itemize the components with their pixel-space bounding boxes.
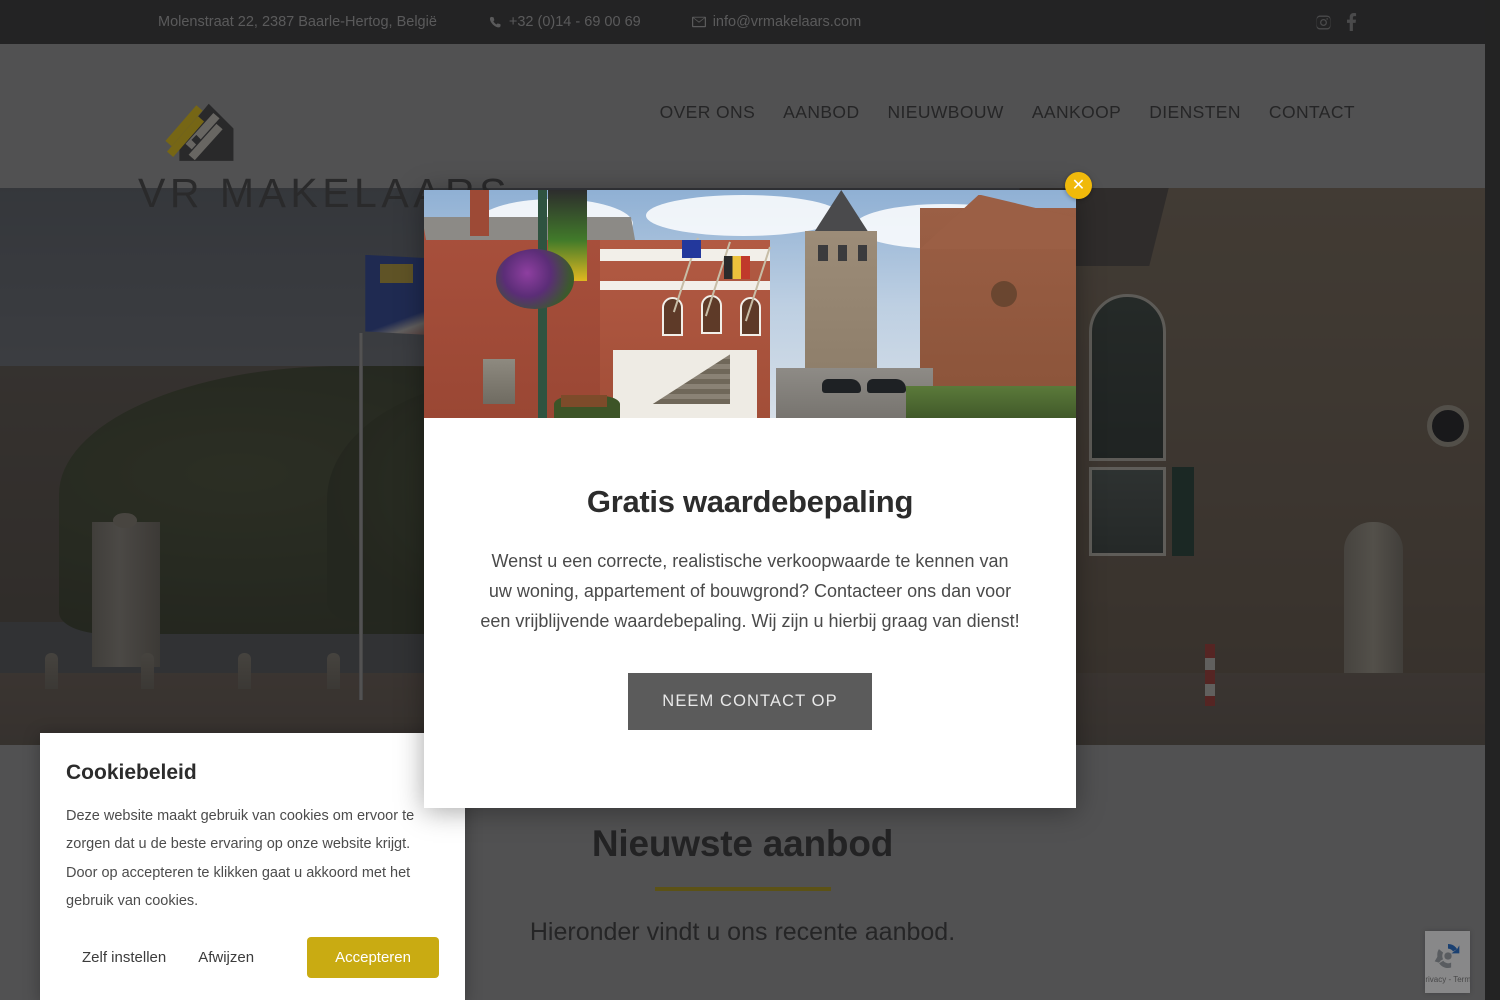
- hanging-flower-basket: [495, 249, 574, 309]
- contact-cta-button[interactable]: NEEM CONTACT OP: [628, 672, 872, 730]
- cookie-accept-button[interactable]: Accepteren: [307, 937, 439, 979]
- page-root: Molenstraat 22, 2387 Baarle-Hertog, Belg…: [0, 0, 1485, 1000]
- modal-description: Wenst u een correcte, realistische verko…: [480, 551, 1020, 632]
- page-right-margin: [1485, 0, 1500, 1000]
- close-icon[interactable]: ✕: [1065, 172, 1092, 199]
- cookie-consent-banner: Cookiebeleid Deze website maakt gebruik …: [40, 733, 465, 1000]
- cookie-actions: Zelf instellen Afwijzen Accepteren: [66, 937, 439, 979]
- cookie-settings-button[interactable]: Zelf instellen: [66, 939, 182, 976]
- modal-title: Gratis waardebepaling: [586, 484, 914, 519]
- cookie-reject-button[interactable]: Afwijzen: [182, 939, 270, 976]
- waardebepaling-modal: ✕ Gratis waardebepaling Wenst u een corr…: [424, 172, 1092, 808]
- cookie-description: Deze website maakt gebruik van cookies o…: [66, 808, 415, 909]
- cookie-title: Cookiebeleid: [66, 761, 197, 784]
- modal-header-image: [424, 190, 1076, 418]
- modal-body: Gratis waardebepaling Wenst u een correc…: [424, 418, 1076, 730]
